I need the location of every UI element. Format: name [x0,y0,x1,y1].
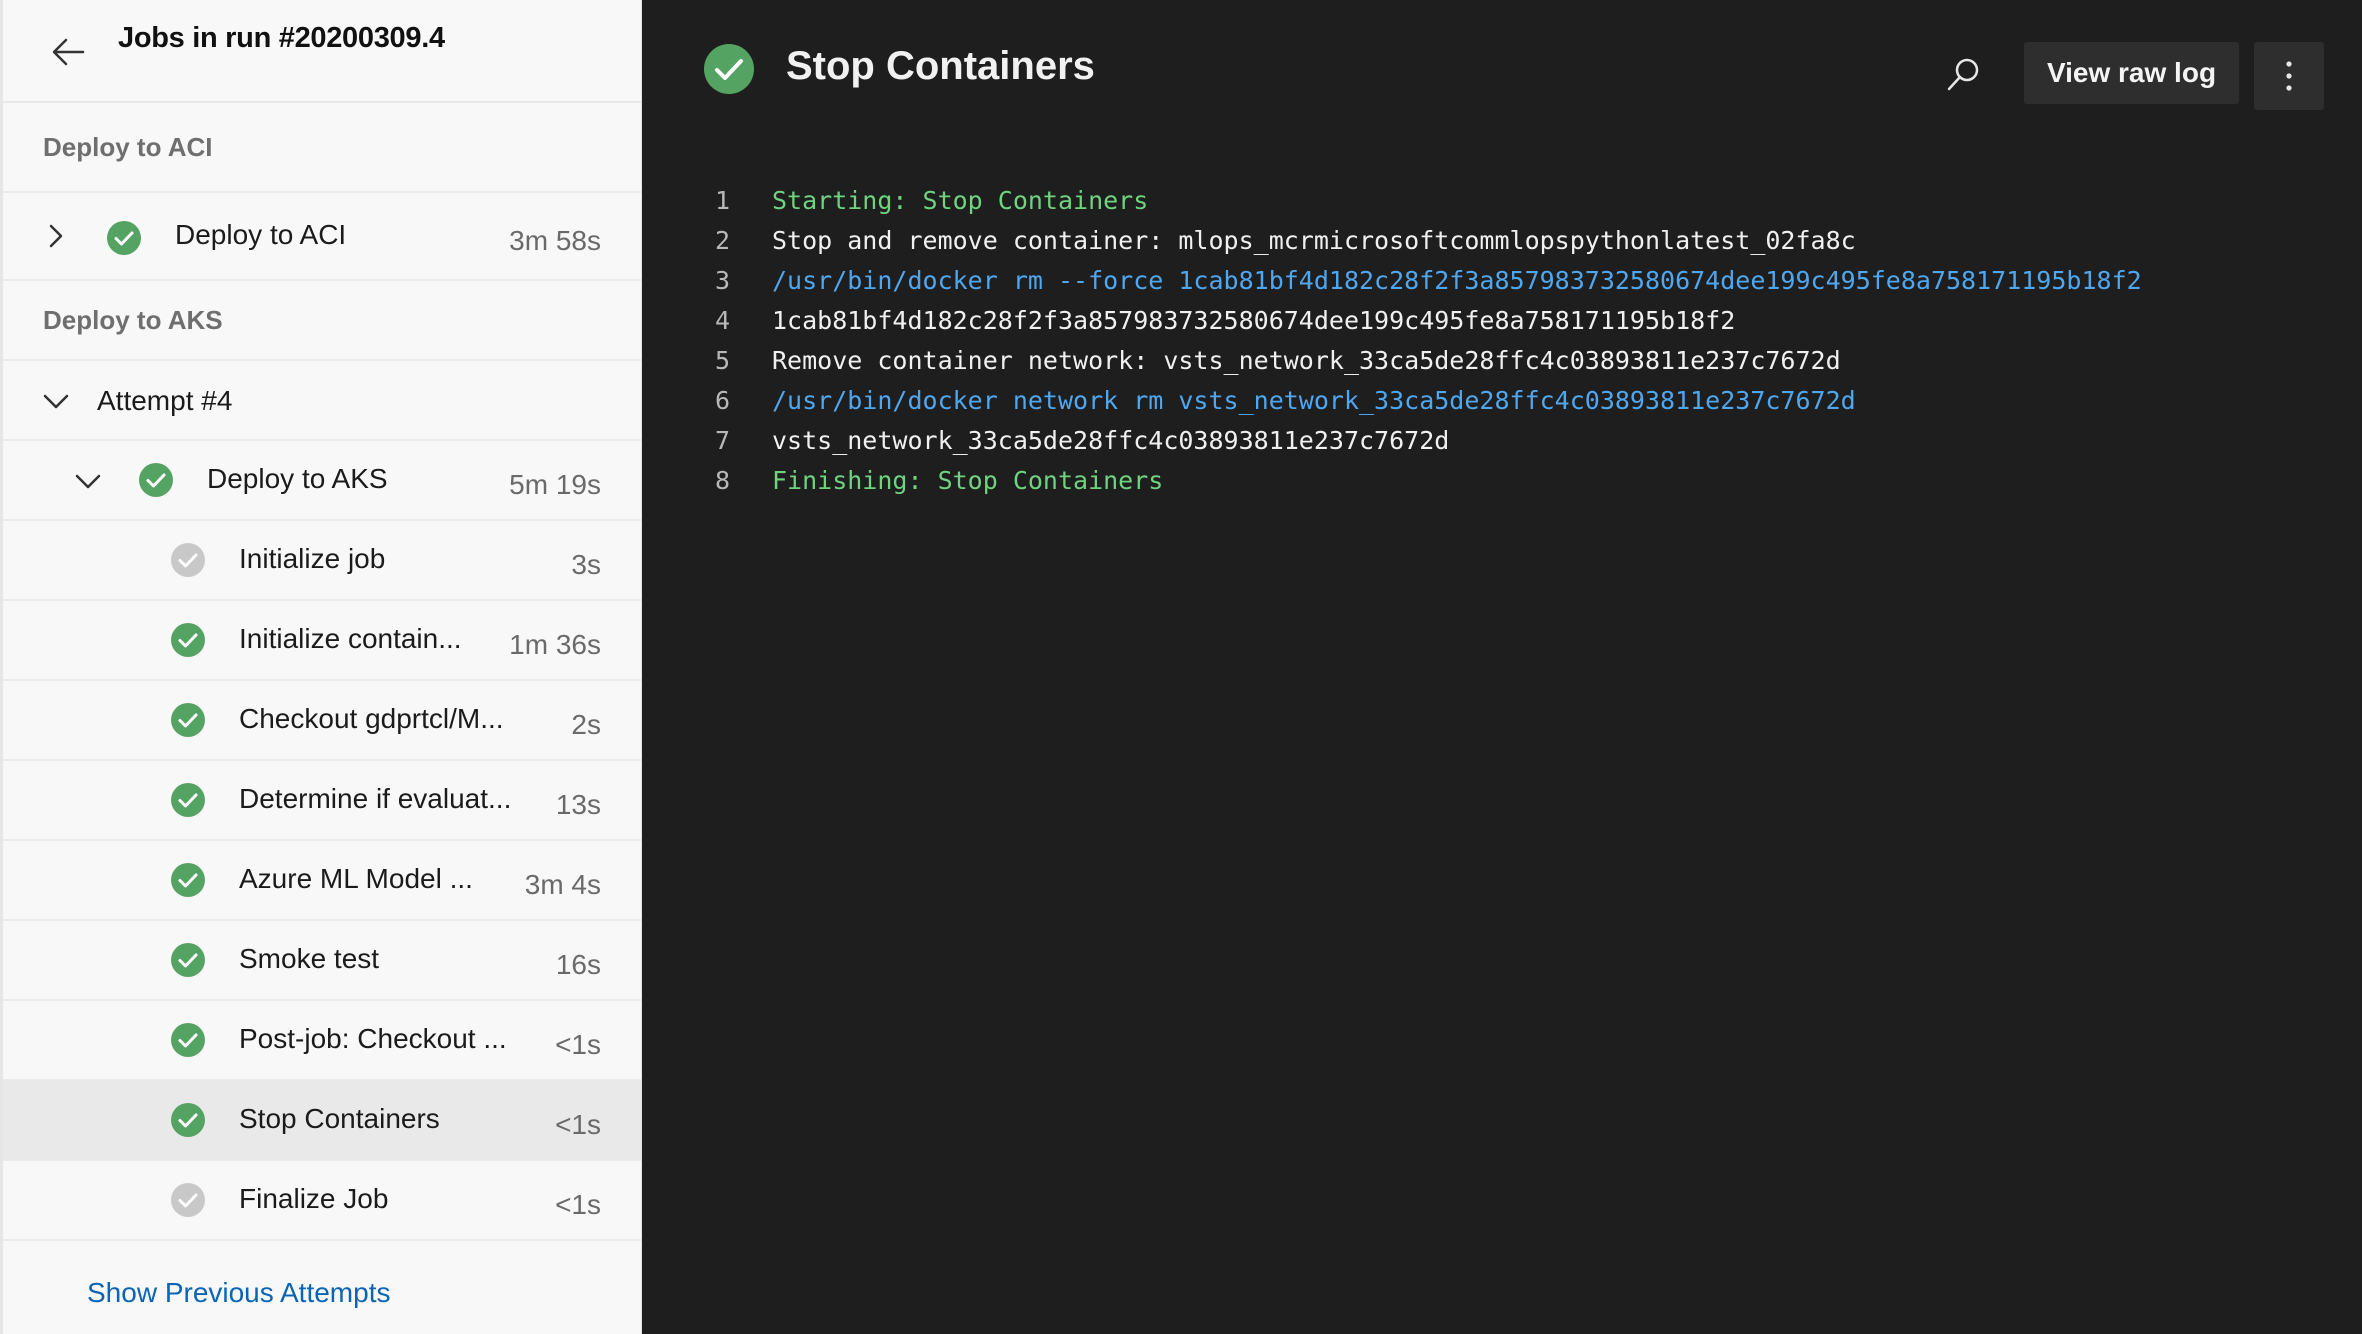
line-text: Finishing: Stop Containers [772,466,1164,495]
log-line: 6/usr/bin/docker network rm vsts_network… [642,380,2362,420]
line-text: /usr/bin/docker network rm vsts_network_… [772,386,1856,415]
step-label: Smoke test [239,943,380,974]
line-number: 4 [714,306,730,335]
show-previous-attempts-link[interactable]: Show Previous Attempts [87,1277,390,1309]
step-label: Checkout gdprtcl/M... [239,703,504,734]
step-label: Initialize job [239,543,386,574]
log-line: 8 Finishing: Stop Containers [642,460,2362,500]
step-duration: 1m 36s [509,628,601,660]
search-button[interactable] [1942,52,1986,96]
step-duration: 2s [571,708,601,740]
success-check-icon [171,623,205,657]
log-line: 2 Stop and remove container: mlops_mcrmic… [642,220,2362,260]
step-label: Initialize contain... [239,623,462,654]
step-label: Azure ML Model ... [239,863,473,894]
success-check-icon [704,44,754,94]
step-row[interactable]: Smoke test 16s [3,921,641,1001]
step-label: Determine if evaluat... [239,783,512,814]
more-options-button[interactable] [2254,42,2324,110]
step-duration: 13s [555,788,601,820]
success-check-icon [171,783,205,817]
success-check-icon [171,943,205,977]
sidebar-title: Jobs in run #20200309.4 [118,22,445,54]
step-duration: 3m 4s [524,868,601,900]
step-label: Finalize Job [239,1183,389,1214]
search-icon [1947,58,1979,91]
step-row[interactable]: Finalize Job <1s [3,1161,641,1241]
skipped-check-icon [171,543,205,577]
view-raw-log-button[interactable]: View raw log [2024,42,2239,104]
log-line: 5 Remove container network: vsts_network_… [642,340,2362,380]
line-text: /usr/bin/docker rm --force 1cab81bf4d182… [772,266,2142,295]
line-number: 1 [714,186,730,215]
line-number: 3 [714,266,730,295]
step-duration: <1s [555,1108,601,1140]
chevron-down-icon[interactable] [73,466,103,496]
sidebar-header: Jobs in run #20200309.4 [3,0,641,103]
step-row[interactable]: Checkout gdprtcl/M... 2s [3,681,641,761]
success-check-icon [171,1103,205,1137]
job-row-deploy-aci[interactable]: Deploy to ACI 3m 58s [3,193,641,281]
job-label: Deploy to ACI [175,219,347,250]
step-row[interactable]: Initialize job 3s [3,521,641,601]
step-label: Stop Containers [239,1103,440,1134]
step-duration: 16s [555,948,601,980]
log-title: Stop Containers [786,44,1095,88]
success-check-icon [171,1023,205,1057]
line-text: Starting: Stop Containers [772,186,1149,215]
line-text: vsts_network_33ca5de28ffc4c03893811e237c… [772,426,1450,455]
success-check-icon [171,703,205,737]
job-duration: 5m 19s [509,468,601,500]
step-list: Initialize job 3s Initialize contain... 1m … [3,521,641,1241]
step-duration: <1s [555,1028,601,1060]
line-number: 2 [714,226,730,255]
step-row[interactable]: Post-job: Checkout ... <1s [3,1001,641,1081]
line-number: 7 [714,426,730,455]
line-number: 6 [714,386,730,415]
log-line: 7 vsts_network_33ca5de28ffc4c03893811e237… [642,420,2362,460]
attempt-row[interactable]: Attempt #4 [3,361,641,441]
line-number: 5 [714,346,730,375]
line-text: 1cab81bf4d182c28f2f3a857983732580674dee1… [772,306,1736,335]
log-panel: Stop Containers View raw log 1 Starting: … [642,0,2362,1334]
section-label-deploy-aci: Deploy to ACI [3,103,641,193]
attempt-label: Attempt #4 [97,385,233,416]
success-check-icon [139,463,173,497]
chevron-right-icon[interactable] [41,221,71,251]
section-label-deploy-aks: Deploy to AKS [3,281,641,361]
step-duration: <1s [555,1188,601,1220]
jobs-sidebar: Jobs in run #20200309.4 Deploy to ACI De… [0,0,642,1334]
step-row[interactable]: Initialize contain... 1m 36s [3,601,641,681]
log-output: 1 Starting: Stop Containers 2 Stop and remo… [642,180,2362,500]
step-row[interactable]: Azure ML Model ... 3m 4s [3,841,641,921]
line-text: Stop and remove container: mlops_mcrmicr… [772,226,1856,255]
job-row-deploy-aks[interactable]: Deploy to AKS 5m 19s [3,441,641,521]
job-duration: 3m 58s [509,224,601,256]
job-label: Deploy to AKS [207,463,388,494]
step-label: Post-job: Checkout ... [239,1023,507,1054]
back-button[interactable] [47,30,91,74]
success-check-icon [107,221,141,255]
log-line: 1 Starting: Stop Containers [642,180,2362,220]
log-line: 3/usr/bin/docker rm --force 1cab81bf4d18… [642,260,2362,300]
line-text: Remove container network: vsts_network_3… [772,346,1841,375]
skipped-check-icon [171,1183,205,1217]
line-number: 8 [714,466,730,495]
arrow-left-icon [52,38,85,66]
step-duration: 3s [571,548,601,580]
step-row[interactable]: Determine if evaluat... 13s [3,761,641,841]
log-line: 4 1cab81bf4d182c28f2f3a857983732580674dee… [642,300,2362,340]
more-vertical-icon [2286,61,2292,91]
chevron-down-icon[interactable] [41,386,71,416]
step-row[interactable]: Stop Containers <1s [3,1081,641,1161]
success-check-icon [171,863,205,897]
